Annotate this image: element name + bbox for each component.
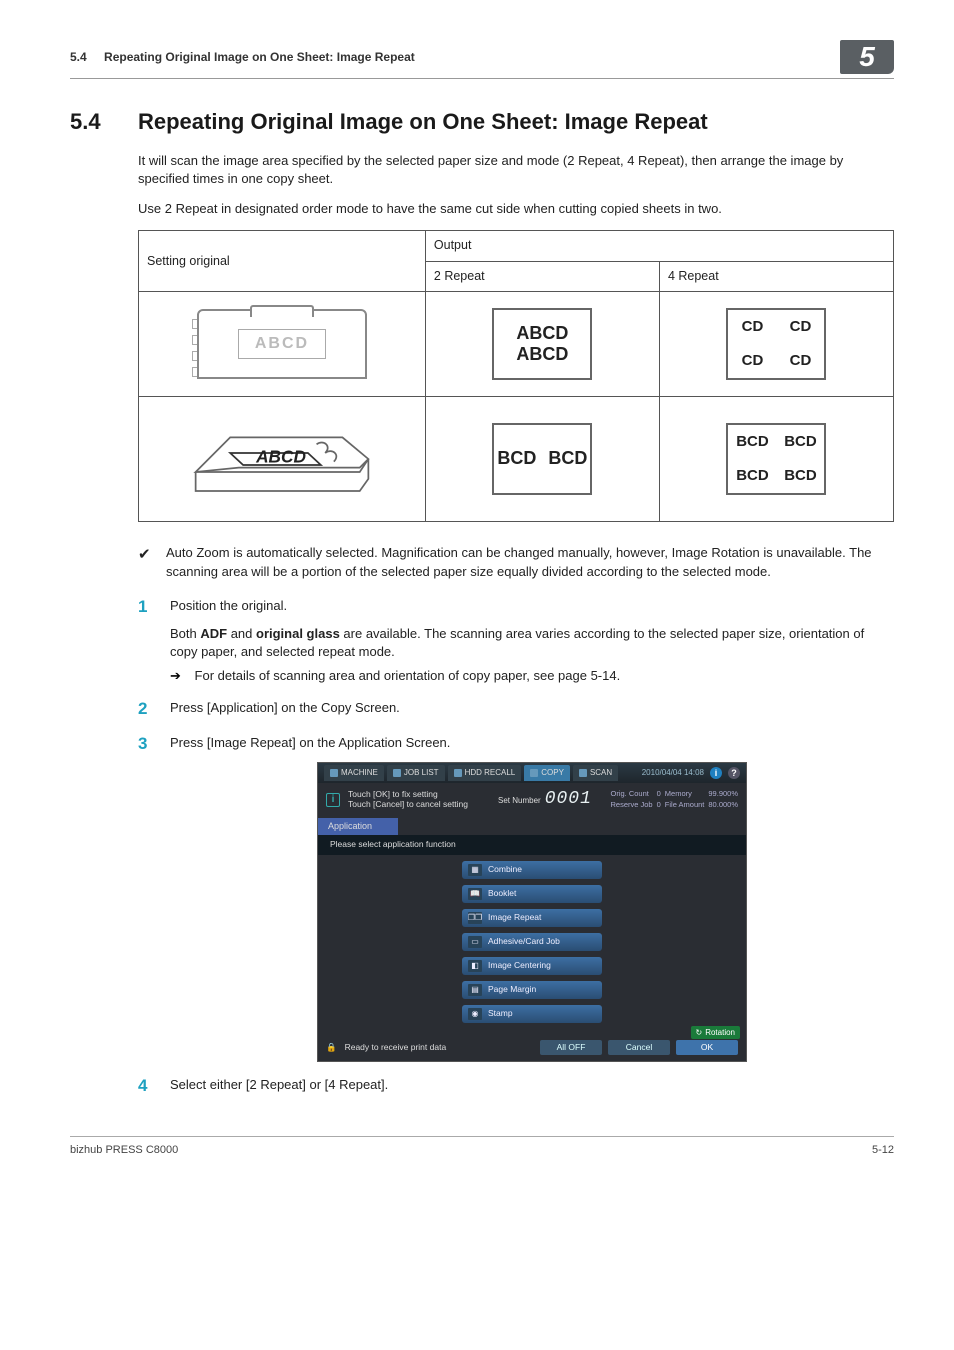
booklet-button[interactable]: 📖Booklet: [462, 885, 602, 903]
note-text: Auto Zoom is automatically selected. Mag…: [166, 544, 894, 580]
th-output: Output: [425, 231, 893, 262]
step-1: 1 Position the original. Both ADF and or…: [138, 597, 894, 686]
footer-page: 5-12: [872, 1143, 894, 1158]
page-margin-button[interactable]: ▤Page Margin: [462, 981, 602, 999]
set-number-value: 0001: [545, 787, 592, 812]
image-repeat-button[interactable]: ❐❐Image Repeat: [462, 909, 602, 927]
step-number: 4: [138, 1076, 152, 1096]
all-off-button[interactable]: All OFF: [540, 1040, 602, 1055]
info-indicator-icon[interactable]: i: [710, 767, 722, 779]
tab-copy[interactable]: COPY: [524, 765, 570, 780]
step-4-text: Select either [2 Repeat] or [4 Repeat].: [170, 1076, 894, 1094]
output-sheet-2repeat-adf: ABCD ABCD: [492, 308, 592, 380]
screen-status-row: i Touch [OK] to fix setting Touch [Cance…: [318, 783, 746, 818]
step-2-text: Press [Application] on the Copy Screen.: [170, 699, 894, 717]
combine-icon: ▦: [468, 864, 482, 876]
table-row-glass: ABCD BCD BCD BCD BCD BCD: [139, 397, 894, 522]
stamp-icon: ◉: [468, 1008, 482, 1020]
adhesive-card-button[interactable]: ▭Adhesive/Card Job: [462, 933, 602, 951]
step-number: 1: [138, 597, 152, 686]
svg-text:ABCD: ABCD: [255, 447, 306, 467]
tab-scan[interactable]: SCAN: [573, 765, 618, 780]
tab-icon: [330, 769, 338, 777]
info-icon: i: [326, 793, 340, 807]
section-title: 5.4 Repeating Original Image on One Shee…: [70, 107, 894, 138]
running-head: 5.4 Repeating Original Image on One Shee…: [70, 49, 415, 66]
tab-machine[interactable]: MACHINE: [324, 765, 384, 780]
cancel-button[interactable]: Cancel: [608, 1040, 670, 1055]
th-setting-original: Setting original: [139, 231, 426, 292]
cell-adf-original: ABCD: [139, 292, 426, 397]
centering-icon: ◧: [468, 960, 482, 972]
help-icon[interactable]: ?: [728, 767, 740, 779]
tab-joblist[interactable]: JOB LIST: [387, 765, 445, 780]
tab-hddrecall[interactable]: HDD RECALL: [448, 765, 522, 780]
page-footer: bizhub PRESS C8000 5-12: [70, 1136, 894, 1158]
checkmark-icon: ✔: [138, 544, 152, 580]
chapter-badge: 5: [840, 40, 894, 74]
combine-button[interactable]: ▦Combine: [462, 861, 602, 879]
cell-glass-4repeat: BCD BCD BCD BCD: [659, 397, 893, 522]
image-centering-button[interactable]: ◧Image Centering: [462, 957, 602, 975]
step-number: 2: [138, 699, 152, 719]
section-heading-text: Repeating Original Image on One Sheet: I…: [138, 107, 708, 138]
intro-paragraph-2: Use 2 Repeat in designated order mode to…: [138, 200, 894, 218]
running-head-number: 5.4: [70, 50, 87, 64]
adhesive-icon: ▭: [468, 936, 482, 948]
th-2repeat: 2 Repeat: [425, 261, 659, 292]
step-1-text: Position the original.: [170, 597, 894, 615]
step-3-text: Press [Image Repeat] on the Application …: [170, 734, 894, 752]
intro-paragraph-1: It will scan the image area specified by…: [138, 152, 894, 188]
tab-icon: [454, 769, 462, 777]
running-head-title: Repeating Original Image on One Sheet: I…: [104, 50, 415, 64]
cell-adf-2repeat: ABCD ABCD: [425, 292, 659, 397]
application-screen: MACHINE JOB LIST HDD RECALL COPY SCAN 20…: [317, 762, 747, 1062]
repeat-modes-table: Setting original Output 2 Repeat 4 Repea…: [138, 230, 894, 522]
step-1-detail: Both ADF and original glass are availabl…: [170, 625, 894, 661]
step-2: 2 Press [Application] on the Copy Screen…: [138, 699, 894, 719]
set-number: Set Number 0001: [498, 787, 592, 812]
counters: Orig. Count0 Memory99.900% Reserve Job0 …: [611, 789, 739, 811]
ok-button[interactable]: OK: [676, 1040, 738, 1055]
step-number: 3: [138, 734, 152, 1062]
cell-adf-4repeat: CD CD CD CD: [659, 292, 893, 397]
booklet-icon: 📖: [468, 888, 482, 900]
step-4: 4 Select either [2 Repeat] or [4 Repeat]…: [138, 1076, 894, 1096]
output-sheet-4repeat-glass: BCD BCD BCD BCD: [726, 423, 826, 495]
step-1-crossref: For details of scanning area and orienta…: [170, 667, 894, 685]
application-buttons-area: ▦Combine 📖Booklet ❐❐Image Repeat ▭Adhesi…: [318, 855, 746, 1029]
prompt-line: Please select application function: [318, 835, 746, 855]
image-repeat-icon: ❐❐: [468, 912, 482, 924]
footer-model: bizhub PRESS C8000: [70, 1143, 178, 1158]
step-3: 3 Press [Image Repeat] on the Applicatio…: [138, 734, 894, 1062]
cell-glass-2repeat: BCD BCD: [425, 397, 659, 522]
application-tab[interactable]: Application: [318, 818, 398, 835]
ready-status: Ready to receive print data: [345, 1042, 447, 1054]
adf-sheet-label: ABCD: [238, 329, 326, 359]
status-message: Touch [OK] to fix setting Touch [Cancel]…: [348, 790, 468, 809]
note-list: ✔ Auto Zoom is automatically selected. M…: [138, 544, 894, 580]
screen-topbar: MACHINE JOB LIST HDD RECALL COPY SCAN 20…: [318, 763, 746, 783]
margin-icon: ▤: [468, 984, 482, 996]
section-number: 5.4: [70, 107, 138, 138]
page-header: 5.4 Repeating Original Image on One Shee…: [70, 40, 894, 79]
cell-glass-original: ABCD: [139, 397, 426, 522]
output-sheet-4repeat-adf: CD CD CD CD: [726, 308, 826, 380]
screen-bottombar: 🔒 Ready to receive print data All OFF Ca…: [318, 1036, 746, 1061]
procedure-steps: 1 Position the original. Both ADF and or…: [138, 597, 894, 1097]
stamp-button[interactable]: ◉Stamp: [462, 1005, 602, 1023]
tab-icon: [579, 769, 587, 777]
lock-icon: 🔒: [326, 1042, 337, 1054]
tab-icon: [393, 769, 401, 777]
output-sheet-2repeat-glass: BCD BCD: [492, 423, 592, 495]
th-4repeat: 4 Repeat: [659, 261, 893, 292]
table-row-adf: ABCD ABCD ABCD CD CD CD CD: [139, 292, 894, 397]
tab-icon: [530, 769, 538, 777]
original-glass-icon: ABCD: [187, 411, 377, 507]
datetime: 2010/04/04 14:08: [642, 767, 704, 778]
adf-icon: ABCD: [197, 309, 367, 379]
